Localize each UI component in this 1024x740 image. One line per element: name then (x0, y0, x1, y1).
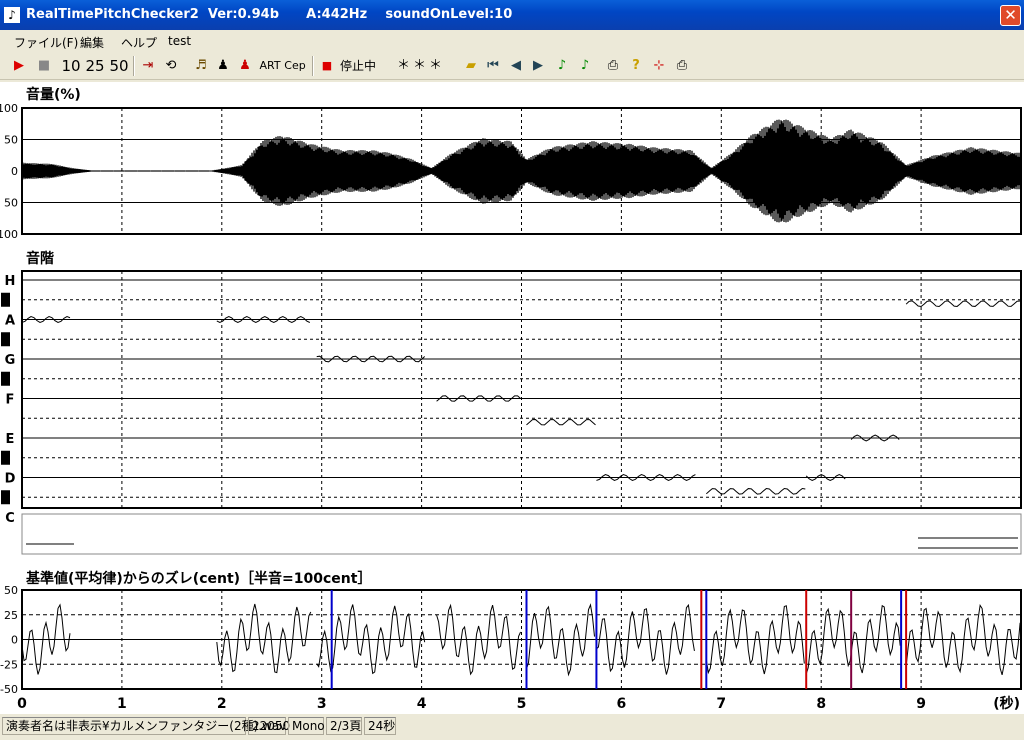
status-bar: 演奏者名は非表示¥カルメンファンタジー(2種).wav 22050 Mono 2… (0, 714, 1024, 740)
status-rate: 22050 (248, 717, 290, 735)
x-tick-0: 0 (17, 696, 27, 712)
deviation-ytick: -25 (0, 658, 18, 671)
note-label-G: G (5, 353, 16, 368)
record-stop-icon[interactable]: ■ (316, 55, 338, 77)
volume-ytick: 50 (4, 134, 18, 147)
note-label-A: A (5, 314, 15, 329)
first-page-icon[interactable]: ⏮ (482, 55, 504, 77)
loop-icon[interactable]: ⟲ (160, 55, 182, 77)
volume-ytick: 100 (0, 228, 18, 241)
note-label-E: E (6, 432, 15, 447)
speed-50-button[interactable]: 50 (108, 55, 130, 77)
open-folder-icon[interactable]: ▰ (460, 55, 482, 77)
black-key (1, 292, 10, 307)
note-alt-icon[interactable]: ♪ (574, 55, 596, 77)
toolbar-separator (133, 56, 135, 76)
note-label-D: D (5, 472, 16, 487)
art-button[interactable]: ART (257, 55, 283, 77)
status-duration: 24秒 (364, 717, 396, 735)
note-label-C: C (5, 511, 15, 526)
x-tick-7: 7 (716, 696, 726, 712)
deviation-ytick: 0 (11, 634, 18, 647)
main-panel: 音量(%) 音階 基準値(平均律)からのズレ(cent)［半音=100cent］… (0, 82, 1024, 714)
menu-test[interactable]: test (168, 34, 191, 48)
title-bar: ♪ RealTimePitchChecker2 Ver:0.94b A:442H… (0, 0, 1024, 30)
note-display: ＊＊＊ (396, 58, 445, 73)
black-key (1, 490, 10, 505)
play-icon[interactable]: ▶ (8, 55, 30, 77)
speed-10-button[interactable]: 10 (60, 55, 82, 77)
menu-edit[interactable]: 編集 (80, 34, 104, 51)
notes-frame (21, 270, 1022, 509)
x-tick-4: 4 (417, 696, 427, 712)
black-key (1, 332, 10, 347)
app-icon: ♪ (4, 7, 20, 23)
x-tick-9: 9 (916, 696, 926, 712)
violin-icon[interactable]: ♬ (190, 55, 212, 77)
x-tick-3: 3 (317, 696, 327, 712)
window-title: RealTimePitchChecker2 Ver:0.94b A:442Hz … (26, 7, 513, 22)
deviation-ytick: 25 (4, 609, 18, 622)
note-label-H: H (5, 274, 16, 289)
x-tick-2: 2 (217, 696, 227, 712)
stop-icon[interactable]: ■ (33, 55, 55, 77)
prev-page-icon[interactable]: ◀ (505, 55, 527, 77)
indicator-band (21, 513, 1022, 555)
volume-ytick: 50 (4, 197, 18, 210)
toolbar-separator (312, 56, 314, 76)
x-unit-label: (秒) (993, 695, 1020, 712)
print-icon[interactable]: ⎙ (602, 55, 624, 77)
help-icon[interactable]: ? (625, 55, 647, 77)
deviation-ytick: 50 (4, 584, 18, 597)
deviation-ytick: -50 (0, 683, 18, 696)
x-tick-5: 5 (517, 696, 527, 712)
volume-ytick: 100 (0, 102, 18, 115)
black-key (1, 450, 10, 465)
split-icon[interactable]: ⊹ (648, 55, 670, 77)
cep-button[interactable]: Cep (282, 55, 308, 77)
status-channels: Mono (288, 717, 325, 735)
print-preview-icon[interactable]: ⎙ (671, 55, 693, 77)
x-tick-1: 1 (117, 696, 127, 712)
next-page-icon[interactable]: ▶ (527, 55, 549, 77)
person-red-icon[interactable]: ♟ (234, 55, 256, 77)
volume-ytick: 0 (11, 165, 18, 178)
menu-help[interactable]: ヘルプ (121, 34, 157, 51)
chart-canvas: 10050050100HAGFEDC50250-25-500 1 2 3 4 5 6 7 8 9(… (0, 102, 1022, 712)
menu-bar: ファイル(F) 編集 ヘルプ test (0, 30, 1024, 52)
note-label-F: F (6, 393, 15, 408)
close-button[interactable]: ✕ (1000, 5, 1021, 26)
status-page: 2/3頁 (326, 717, 362, 735)
status-stopped: 停止中 (340, 59, 377, 73)
speed-25-button[interactable]: 25 (84, 55, 106, 77)
toolbar: ▶ ■ 10 25 50 ⇥ ⟲ ♬ ♟ ♟ ART Cep ■ 停止中 ＊＊＊… (0, 52, 1024, 80)
status-file: 演奏者名は非表示¥カルメンファンタジー(2種).wav (2, 717, 286, 735)
person-black-icon[interactable]: ♟ (212, 55, 234, 77)
x-tick-6: 6 (617, 696, 627, 712)
skip-end-icon[interactable]: ⇥ (137, 55, 159, 77)
black-key (1, 371, 10, 386)
note-icon[interactable]: ♪ (551, 55, 573, 77)
menu-file[interactable]: ファイル(F) (14, 34, 78, 51)
x-tick-8: 8 (816, 696, 826, 712)
